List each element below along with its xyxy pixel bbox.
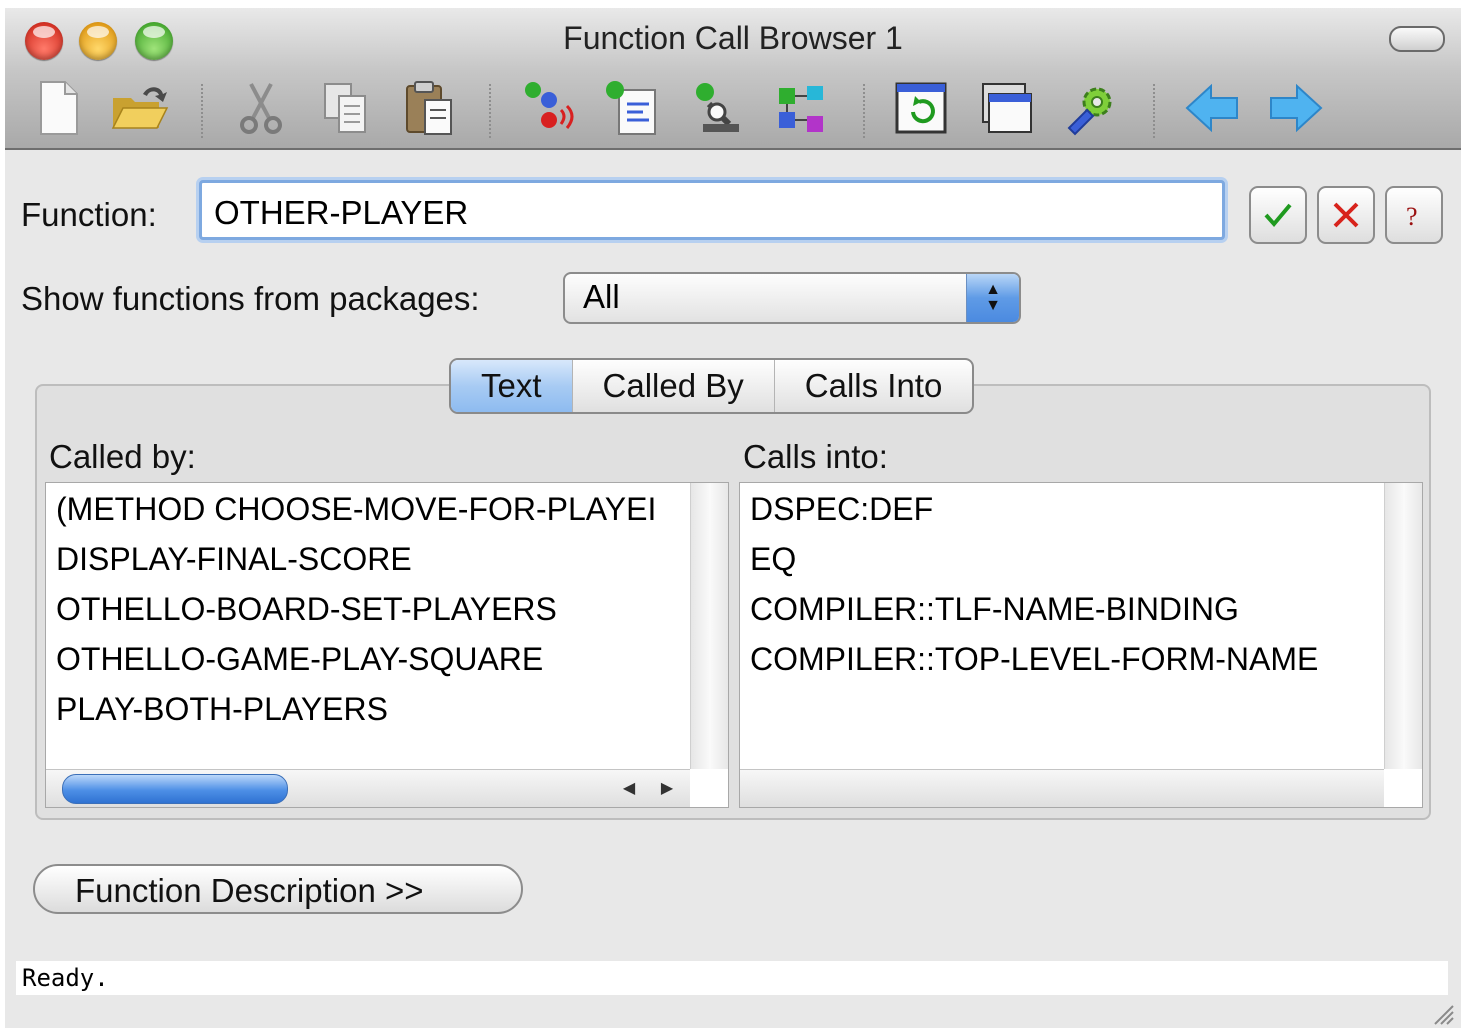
- tab-text[interactable]: Text: [451, 360, 573, 412]
- accept-button[interactable]: [1249, 186, 1307, 244]
- paste-icon[interactable]: [397, 76, 461, 140]
- called-by-list[interactable]: PLAY-BOTH-PLAYERS OTHELLO-GAME-PLAY-SQUAR…: [45, 482, 729, 808]
- list-item[interactable]: OTHELLO-GAME-PLAY-SQUARE: [56, 641, 543, 678]
- copy-icon[interactable]: [313, 76, 377, 140]
- toolbar-separator: [489, 84, 491, 138]
- packages-select[interactable]: All ▲ ▼: [563, 272, 1021, 324]
- list-item[interactable]: EQ: [750, 541, 796, 578]
- packages-label: Show functions from packages:: [21, 280, 480, 317]
- function-input[interactable]: OTHER-PLAYER: [199, 180, 1225, 240]
- vertical-scrollbar[interactable]: [690, 483, 728, 769]
- list-item[interactable]: DISPLAY-FINAL-SCORE: [56, 541, 412, 578]
- inspect-icon[interactable]: [685, 76, 749, 140]
- list-item[interactable]: COMPILER::TOP-LEVEL-FORM-NAME: [750, 641, 1318, 678]
- open-folder-icon[interactable]: [107, 76, 171, 140]
- checkmark-icon: [1264, 203, 1292, 228]
- call-lists-group: Called by: Calls into: PLAY-BOTH-PLAYERS…: [35, 384, 1431, 820]
- graph-icon[interactable]: [769, 76, 833, 140]
- toolbar-separator: [201, 84, 203, 138]
- horizontal-scrollbar[interactable]: ◀ ▶: [46, 769, 690, 807]
- help-button[interactable]: ?: [1385, 186, 1443, 244]
- scrollbar-thumb[interactable]: [62, 774, 288, 804]
- toolbar-separator: [1153, 84, 1155, 138]
- calls-into-label: Calls into:: [743, 438, 888, 475]
- new-file-icon[interactable]: [27, 76, 91, 140]
- scroll-left-arrow-icon[interactable]: ◀: [610, 770, 648, 807]
- window-title: Function Call Browser 1: [563, 20, 903, 56]
- red-x-icon: [1333, 202, 1359, 228]
- tab-called-by[interactable]: Called By: [573, 360, 775, 412]
- callers-icon[interactable]: [517, 76, 581, 140]
- forward-arrow-icon[interactable]: [1263, 76, 1327, 140]
- function-call-browser-window: Function Call Browser 1 Function: OTHER-…: [5, 8, 1461, 1028]
- resize-grip-icon[interactable]: [1429, 1000, 1455, 1026]
- vertical-scrollbar[interactable]: [1384, 483, 1422, 769]
- toolbar-toggle-button[interactable]: [1389, 26, 1445, 52]
- cancel-button[interactable]: [1317, 186, 1375, 244]
- window-icon[interactable]: [975, 76, 1039, 140]
- list-item[interactable]: OTHELLO-BOARD-SET-PLAYERS: [56, 591, 557, 628]
- title-bar: Function Call Browser 1: [5, 8, 1461, 150]
- select-arrows-icon: ▲ ▼: [966, 274, 1019, 322]
- list-item[interactable]: PLAY-BOTH-PLAYERS: [56, 691, 388, 728]
- scroll-right-arrow-icon[interactable]: ▶: [648, 770, 686, 807]
- list-view-icon[interactable]: [601, 76, 665, 140]
- cut-icon[interactable]: [229, 76, 293, 140]
- list-item[interactable]: COMPILER::TLF-NAME-BINDING: [750, 591, 1239, 628]
- function-label: Function:: [21, 196, 157, 233]
- packages-selected-value: All: [583, 278, 620, 315]
- called-by-label: Called by:: [49, 438, 196, 475]
- horizontal-scrollbar[interactable]: [740, 769, 1384, 807]
- tab-calls-into[interactable]: Calls Into: [775, 360, 973, 412]
- calls-into-list[interactable]: COMPILER::TOP-LEVEL-FORM-NAME COMPILER::T…: [739, 482, 1423, 808]
- svg-text:?: ?: [1406, 202, 1418, 231]
- refresh-icon[interactable]: [889, 76, 953, 140]
- function-description-button[interactable]: Function Description >>: [33, 864, 523, 914]
- status-bar: Ready.: [16, 961, 1448, 995]
- back-arrow-icon[interactable]: [1181, 76, 1245, 140]
- toolbar-separator: [863, 84, 865, 138]
- help-question-icon: ?: [1406, 202, 1418, 231]
- preferences-gear-icon[interactable]: [1059, 76, 1123, 140]
- list-item[interactable]: (METHOD CHOOSE-MOVE-FOR-PLAYEI: [56, 491, 656, 528]
- list-item[interactable]: DSPEC:DEF: [750, 491, 933, 528]
- view-tabs: Text Called By Calls Into: [449, 358, 975, 414]
